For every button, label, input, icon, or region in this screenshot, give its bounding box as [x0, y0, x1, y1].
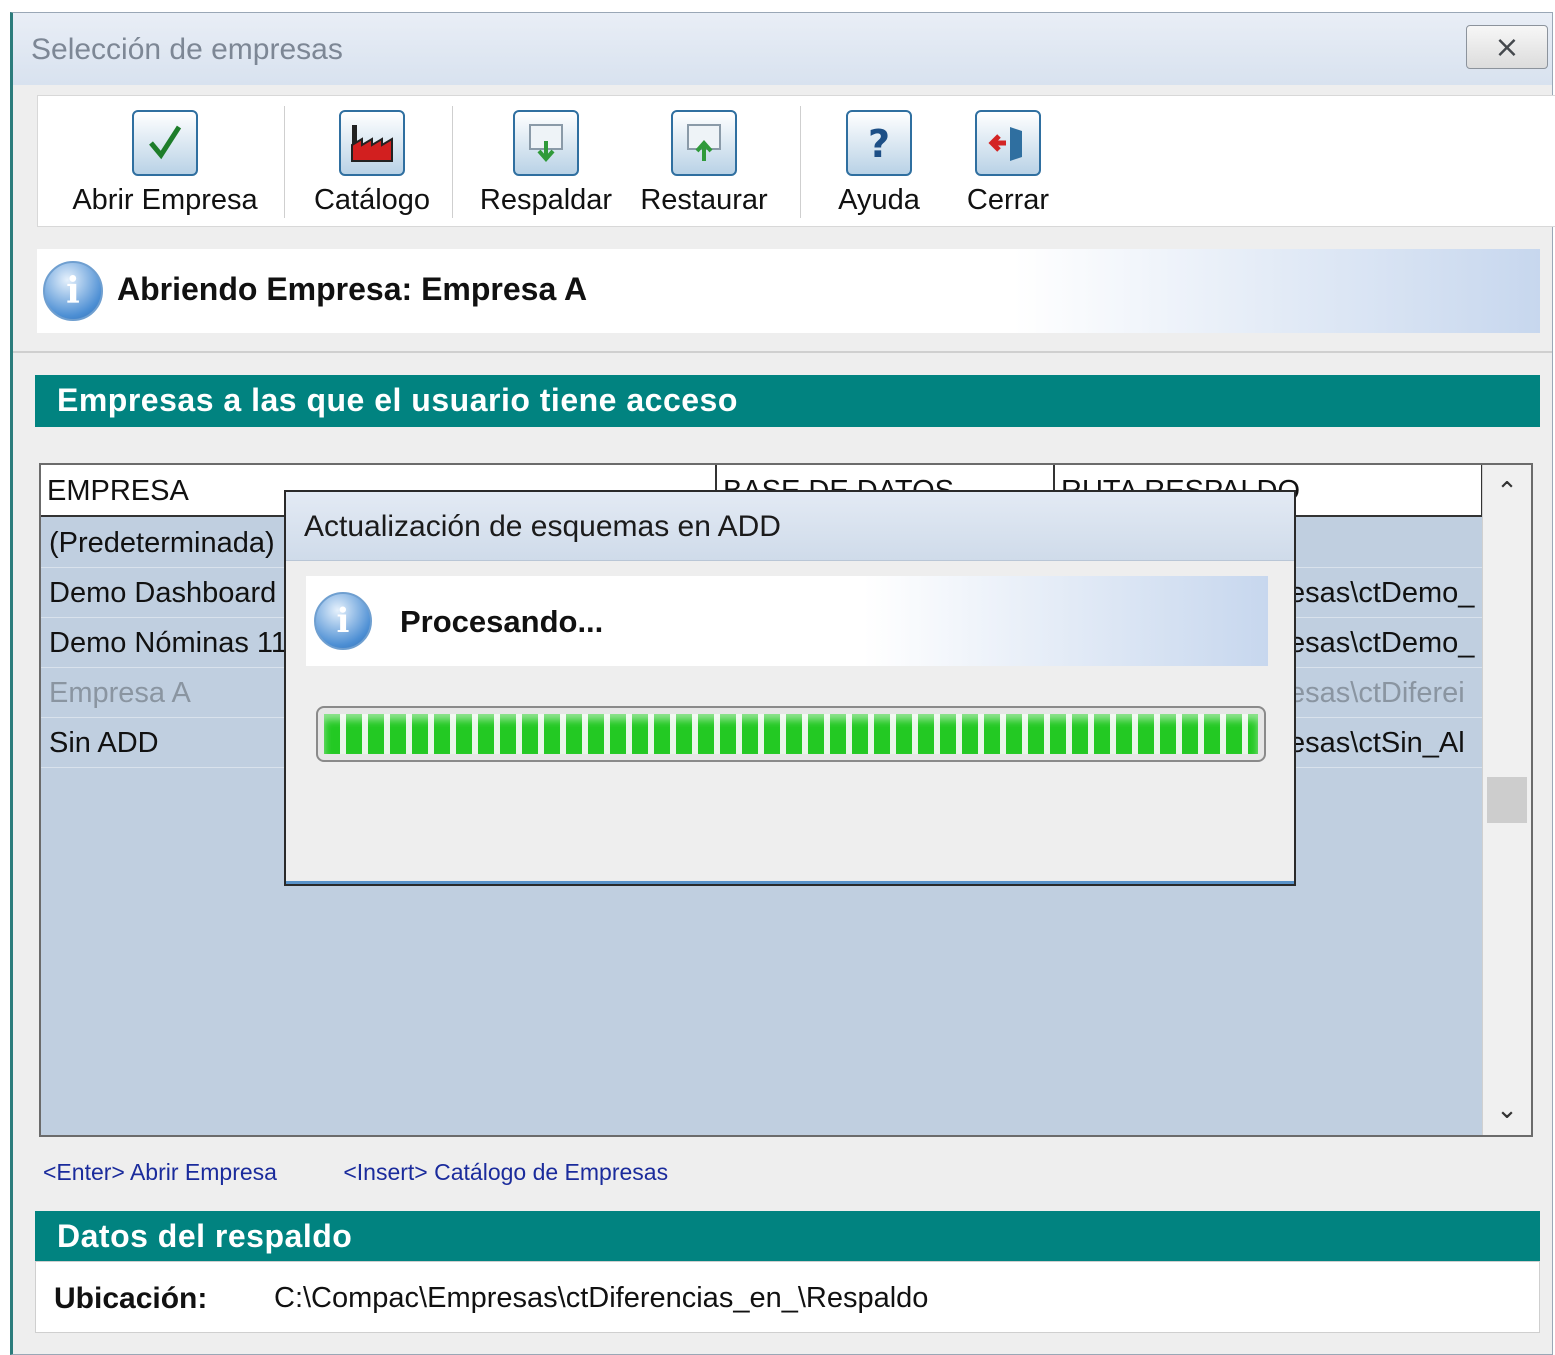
- checkmark-icon: [132, 110, 198, 176]
- progress-fill: [324, 714, 1258, 754]
- exit-icon: [975, 110, 1041, 176]
- scroll-up-icon[interactable]: ⌃: [1483, 467, 1531, 515]
- scroll-down-icon[interactable]: ⌄: [1483, 1085, 1531, 1133]
- window-titlebar[interactable]: Selección de empresas ⨯: [13, 13, 1552, 85]
- close-button[interactable]: ⨯: [1466, 25, 1548, 69]
- exit-button[interactable]: Cerrar: [948, 96, 1068, 226]
- toolbar: Abrir Empresa Catálogo Respaldar Restaur…: [37, 95, 1555, 227]
- cell-ruta: esas\ctSin_Al: [1289, 727, 1465, 759]
- factory-icon: [339, 110, 405, 176]
- help-icon: ?: [846, 110, 912, 176]
- dialog-status-banner: i Procesando...: [306, 576, 1268, 666]
- exit-label: Cerrar: [966, 184, 1050, 216]
- restore-label: Restaurar: [640, 184, 768, 216]
- companies-section-header: Empresas a las que el usuario tiene acce…: [35, 375, 1540, 427]
- cell-ruta: esas\ctDiferei: [1289, 677, 1465, 709]
- info-icon: i: [43, 261, 103, 321]
- backup-location-value: C:\Compac\Empresas\ctDiferencias_en_\Res…: [274, 1282, 929, 1314]
- svg-text:?: ?: [868, 122, 890, 165]
- backup-button[interactable]: Respaldar: [462, 96, 630, 226]
- catalog-button[interactable]: Catálogo: [296, 96, 448, 226]
- cell-ruta: esas\ctDemo_: [1289, 627, 1475, 659]
- info-icon: i: [314, 592, 372, 650]
- help-button[interactable]: ? Ayuda: [816, 96, 942, 226]
- vertical-scrollbar[interactable]: ⌃ ⌄: [1482, 465, 1531, 1135]
- shortcut-insert: <Insert> Catálogo de Empresas: [343, 1159, 669, 1185]
- backup-icon: [513, 110, 579, 176]
- keyboard-shortcuts: <Enter> Abrir Empresa <Insert> Catálogo …: [43, 1159, 728, 1186]
- shortcut-enter: <Enter> Abrir Empresa: [43, 1159, 277, 1185]
- schema-update-dialog: Actualización de esquemas en ADD i Proce…: [284, 490, 1296, 886]
- dialog-message: Procesando...: [400, 604, 604, 639]
- status-message: Abriendo Empresa: Empresa A: [117, 271, 588, 307]
- cell-ruta: esas\ctDemo_: [1289, 577, 1475, 609]
- catalog-label: Catálogo: [313, 184, 431, 216]
- restore-icon: [671, 110, 737, 176]
- close-icon: ⨯: [1494, 30, 1520, 64]
- cell-ruta: [1281, 517, 1481, 567]
- dialog-titlebar[interactable]: Actualización de esquemas en ADD: [286, 492, 1294, 561]
- backup-details: Ubicación: C:\Compac\Empresas\ctDiferenc…: [35, 1261, 1540, 1333]
- window-title: Selección de empresas: [31, 33, 343, 66]
- backup-label: Respaldar: [479, 184, 613, 216]
- scroll-thumb[interactable]: [1487, 777, 1527, 823]
- backup-section-header: Datos del respaldo: [35, 1211, 1540, 1263]
- progress-bar: [316, 706, 1266, 762]
- backup-location-label: Ubicación:: [54, 1282, 208, 1315]
- open-company-label: Abrir Empresa: [72, 184, 258, 216]
- dialog-title: Actualización de esquemas en ADD: [304, 510, 781, 543]
- restore-button[interactable]: Restaurar: [634, 96, 774, 226]
- status-banner: i Abriendo Empresa: Empresa A: [37, 249, 1540, 333]
- help-label: Ayuda: [838, 184, 920, 216]
- open-company-button[interactable]: Abrir Empresa: [52, 96, 278, 226]
